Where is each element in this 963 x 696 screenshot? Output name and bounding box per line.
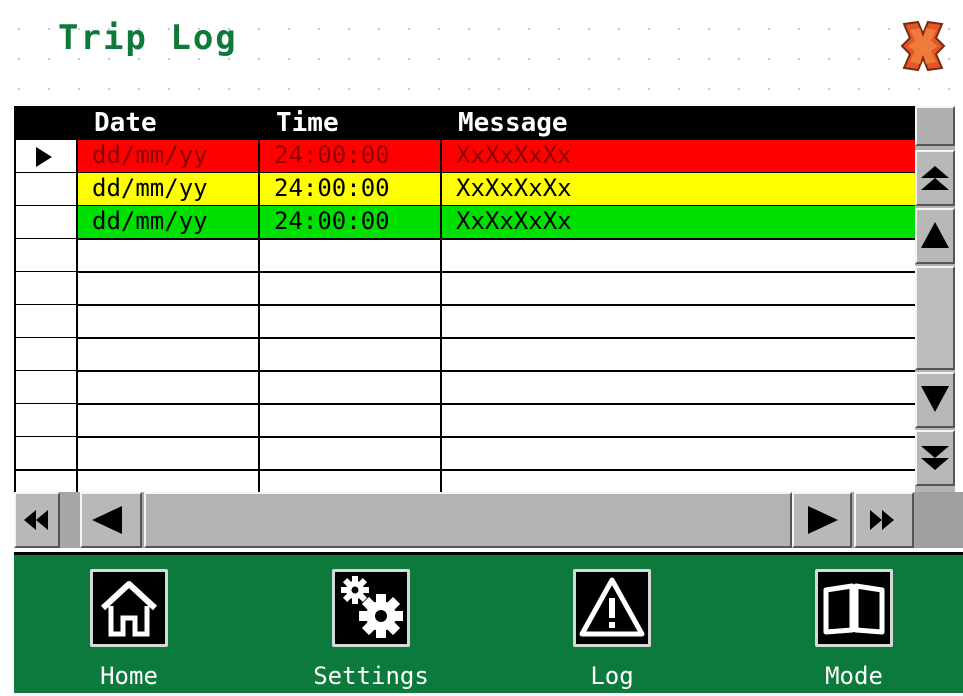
scroll-down-button[interactable] (915, 372, 955, 428)
page-title: Trip Log (58, 18, 238, 58)
column-divider (258, 140, 260, 492)
gears-icon (332, 569, 410, 647)
scrollbar-top-spacer (915, 106, 955, 146)
cell-date: dd/mm/yy (78, 173, 258, 206)
double-right-arrow-icon (870, 510, 894, 530)
cell-time: 24:00:00 (260, 206, 440, 239)
nav-settings-button[interactable]: Settings (301, 555, 441, 696)
column-header-date: Date (94, 108, 157, 138)
double-down-arrow-icon (921, 446, 949, 470)
row-indicator-cell (14, 305, 76, 338)
scroll-right-button[interactable] (792, 492, 852, 548)
vertical-scroll-thumb[interactable] (915, 266, 955, 370)
scroll-left-button[interactable] (80, 492, 142, 548)
warning-icon (573, 569, 651, 647)
cell-date: dd/mm/yy (78, 206, 258, 239)
row-divider (14, 469, 915, 471)
home-icon (90, 569, 168, 647)
table-row[interactable]: dd/mm/yy 24:00:00 XxXxXxXx (14, 173, 915, 206)
nav-log-label: Log (590, 662, 634, 690)
empty-table-row[interactable] (14, 338, 915, 371)
column-divider (440, 140, 442, 492)
bottom-navigation-bar: Home Settings Log Mode (14, 552, 963, 693)
nav-home-label: Home (100, 662, 158, 690)
trip-log-table: Date Time Message dd/mm/yy 24:00:00 XxXxXx… (14, 106, 915, 492)
cell-time: 24:00:00 (260, 140, 440, 173)
column-divider (76, 140, 78, 492)
vertical-scrollbar[interactable] (915, 106, 955, 492)
down-arrow-icon (921, 386, 949, 412)
row-indicator-cell (14, 404, 76, 437)
table-row[interactable]: dd/mm/yy 24:00:00 XxXxXxXx (14, 140, 915, 173)
scroll-to-end-button[interactable] (854, 492, 914, 548)
nav-home-button[interactable]: Home (59, 555, 199, 696)
empty-table-row[interactable] (14, 239, 915, 272)
empty-table-row[interactable] (14, 305, 915, 338)
scrollbar-corner (915, 492, 963, 548)
right-arrow-icon (808, 506, 838, 534)
up-arrow-icon (921, 222, 949, 248)
double-up-arrow-icon (921, 166, 949, 190)
cell-time: 24:00:00 (260, 173, 440, 206)
row-indicator-cell (14, 371, 76, 404)
column-header-message: Message (458, 108, 568, 138)
horizontal-scrollbar[interactable] (14, 492, 915, 548)
empty-table-row[interactable] (14, 272, 915, 305)
empty-table-row[interactable] (14, 371, 915, 404)
scroll-to-bottom-button[interactable] (915, 430, 955, 486)
cell-message: XxXxXxXx (442, 173, 915, 206)
column-header-time: Time (276, 108, 339, 138)
nav-settings-label: Settings (313, 662, 429, 690)
table-header: Date Time Message (14, 106, 915, 140)
scroll-up-button[interactable] (915, 208, 955, 264)
nav-mode-label: Mode (825, 662, 883, 690)
horizontal-scroll-thumb[interactable] (144, 492, 792, 548)
scroll-to-start-button[interactable] (14, 492, 60, 548)
scroll-to-top-button[interactable] (915, 150, 955, 206)
row-indicator-cell (14, 272, 76, 305)
book-icon (815, 569, 893, 647)
row-pointer-icon (36, 147, 52, 167)
column-divider (14, 140, 16, 492)
row-indicator-cell (14, 338, 76, 371)
empty-table-row[interactable] (14, 404, 915, 437)
nav-log-button[interactable]: Log (542, 555, 682, 696)
empty-table-row[interactable] (14, 437, 915, 470)
cell-date: dd/mm/yy (78, 140, 258, 173)
left-arrow-icon (92, 506, 122, 534)
row-indicator-cell (14, 206, 76, 239)
close-x-icon[interactable] (898, 18, 948, 74)
cell-message: XxXxXxXx (442, 140, 915, 173)
table-row[interactable]: dd/mm/yy 24:00:00 XxXxXxXx (14, 206, 915, 239)
double-left-arrow-icon (24, 510, 48, 530)
row-indicator-cell (14, 239, 76, 272)
row-indicator-cell (14, 140, 76, 173)
row-indicator-cell (14, 173, 76, 206)
nav-mode-button[interactable]: Mode (784, 555, 924, 696)
cell-message: XxXxXxXx (442, 206, 915, 239)
row-indicator-cell (14, 437, 76, 470)
